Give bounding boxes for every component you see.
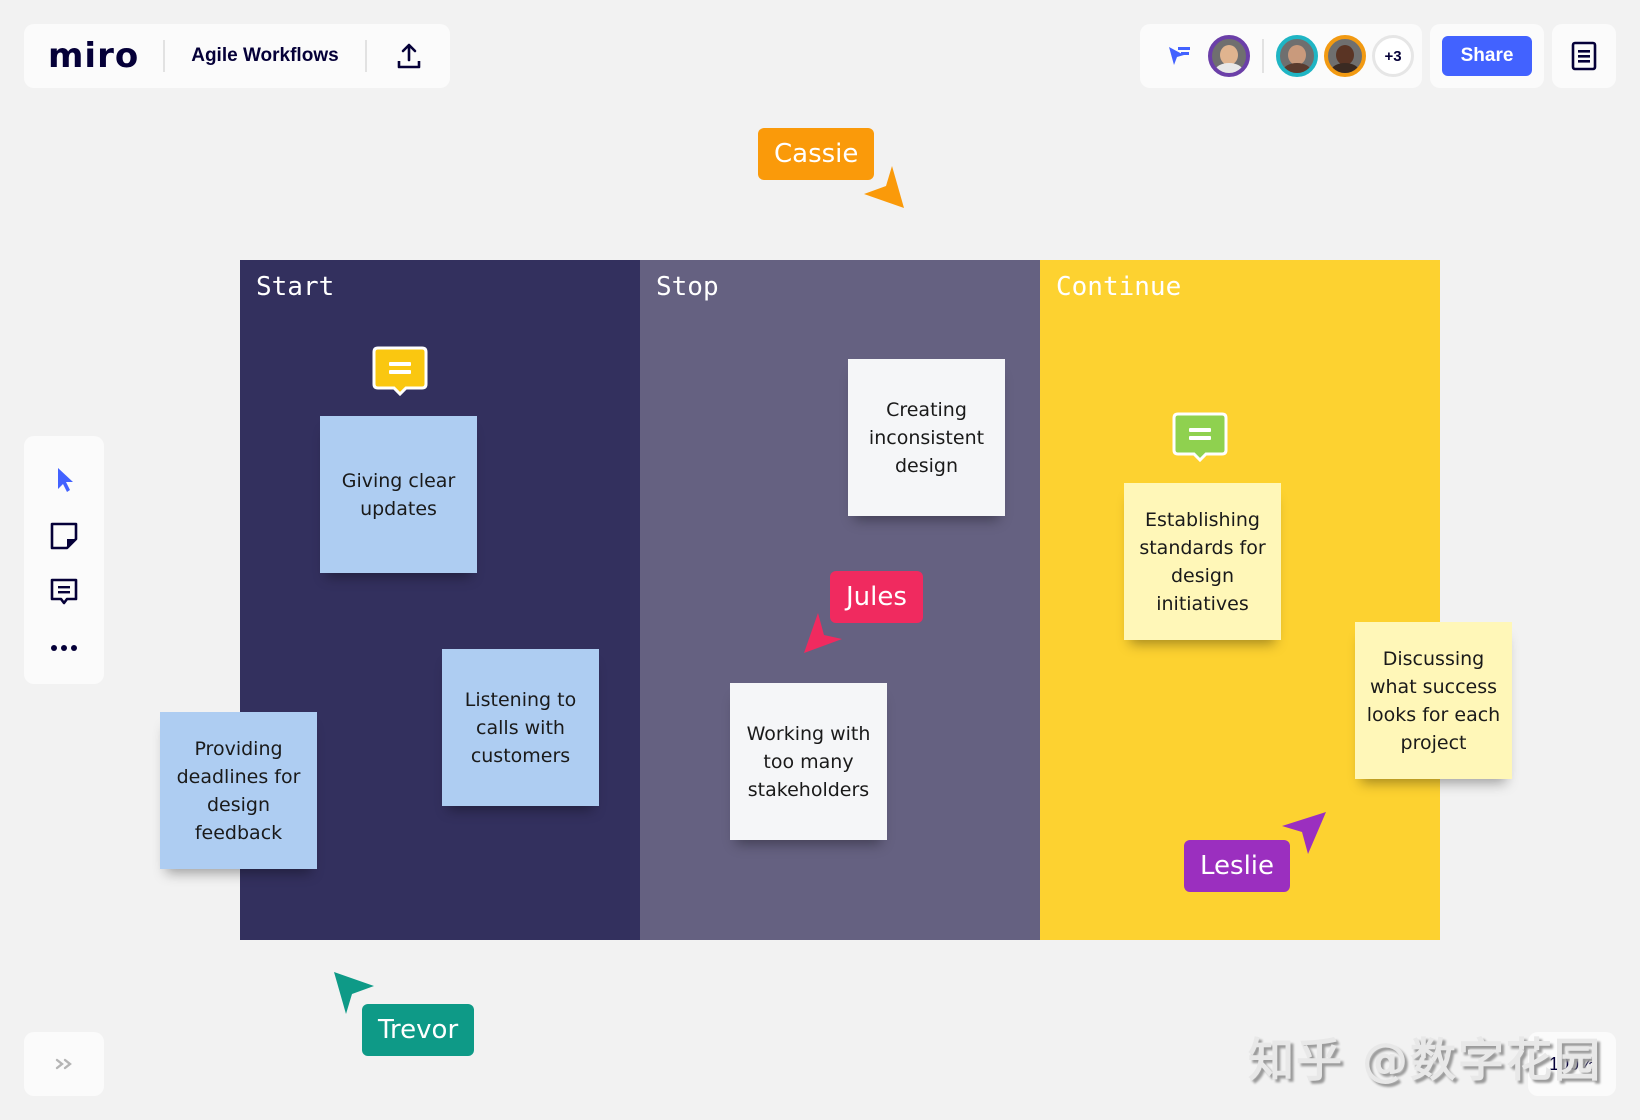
board-title[interactable]: Agile Workflows	[191, 45, 338, 67]
sticky-note[interactable]: Creating inconsistent design	[848, 359, 1005, 516]
avatar-collaborator[interactable]	[1276, 35, 1318, 77]
cursor-arrow-icon	[334, 972, 374, 1014]
share-panel: Share	[1430, 24, 1544, 88]
collaborators-panel: +3	[1140, 24, 1422, 88]
avatar-body	[1331, 63, 1359, 73]
avatar-face	[1220, 45, 1238, 65]
cursor-arrow-icon	[804, 613, 842, 653]
avatar-collaborator[interactable]	[1324, 35, 1366, 77]
left-toolbar	[24, 436, 104, 684]
sticky-note[interactable]: Discussing what success looks for each p…	[1355, 622, 1512, 779]
column-title[interactable]: Start	[256, 272, 334, 302]
chevrons-right-icon	[55, 1058, 72, 1070]
sticky-note[interactable]: Providing deadlines for design feedback	[160, 712, 317, 869]
miro-logo[interactable]: miro	[48, 36, 139, 76]
cursor-arrow-icon	[864, 166, 904, 208]
sticky-note-tool[interactable]	[40, 512, 88, 560]
expand-panel-button[interactable]	[24, 1032, 104, 1096]
divider	[364, 40, 367, 72]
more-tools-button[interactable]	[40, 624, 88, 672]
sticky-note-icon	[50, 522, 78, 550]
share-button[interactable]: Share	[1442, 36, 1532, 76]
board-header-panel: miro Agile Workflows	[24, 24, 450, 88]
sticky-note[interactable]: Giving clear updates	[320, 416, 477, 573]
divider	[163, 40, 166, 72]
avatar-face	[1336, 45, 1354, 65]
comment-icon	[50, 578, 78, 605]
sticky-note[interactable]: Establishing standards for design initia…	[1124, 483, 1281, 640]
avatar-current-user[interactable]	[1208, 35, 1250, 77]
cursor-name-label: Cassie	[758, 128, 875, 180]
zoom-level[interactable]: 100%	[1528, 1032, 1616, 1096]
sticky-note[interactable]: Working with too many stakeholders	[730, 683, 887, 840]
comment-tool[interactable]	[40, 568, 88, 616]
cursor-arrow-icon	[1282, 812, 1326, 854]
cursor-name-label: Leslie	[1184, 840, 1291, 892]
upload-icon[interactable]	[391, 38, 427, 74]
cursor-icon	[58, 468, 73, 492]
sticky-note[interactable]: Listening to calls with customers	[442, 649, 599, 806]
notes-icon[interactable]	[1552, 24, 1616, 88]
select-tool[interactable]	[40, 456, 88, 504]
column-title[interactable]: Stop	[656, 272, 719, 302]
divider	[1262, 39, 1264, 73]
comment-bubble-icon[interactable]	[1172, 412, 1228, 463]
avatar-body	[1283, 63, 1311, 73]
more-collaborators-badge[interactable]: +3	[1372, 35, 1414, 77]
avatar-face	[1288, 45, 1306, 65]
comment-bubble-icon[interactable]	[372, 346, 428, 397]
avatar-body	[1215, 63, 1243, 73]
follow-cursor-icon[interactable]	[1164, 41, 1194, 71]
more-icon	[51, 645, 77, 651]
column-title[interactable]: Continue	[1056, 272, 1181, 302]
